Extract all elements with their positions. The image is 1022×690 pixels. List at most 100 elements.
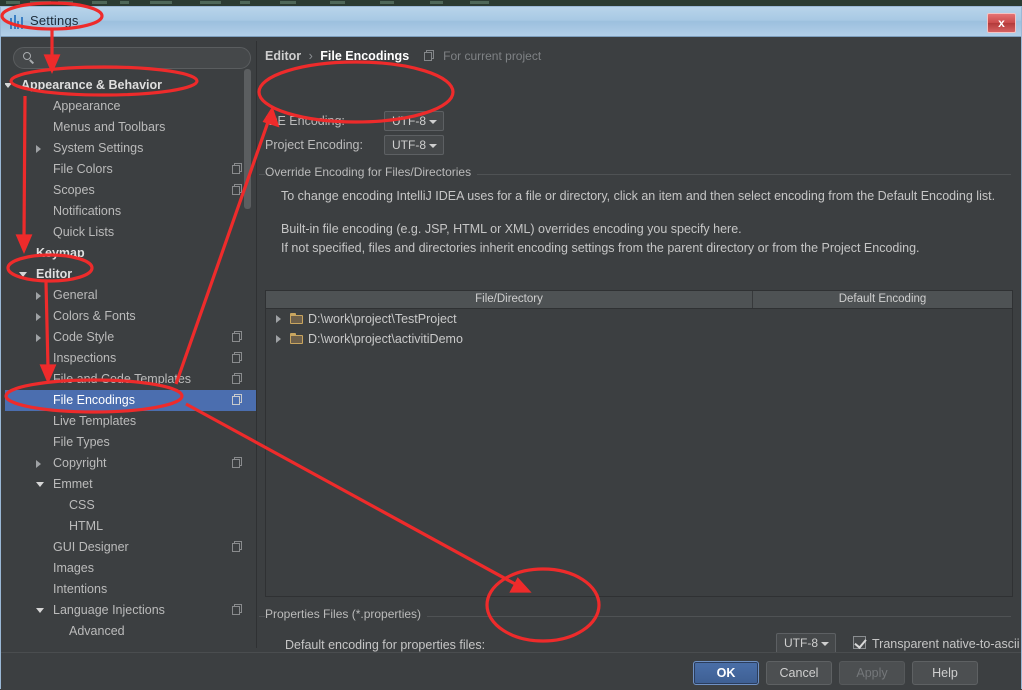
sidebar-item-label: General bbox=[53, 288, 98, 302]
sidebar-item-keymap[interactable]: Keymap bbox=[5, 243, 256, 264]
column-header-default-encoding[interactable]: Default Encoding bbox=[753, 291, 1012, 308]
sidebar-item-css[interactable]: CSS bbox=[5, 495, 256, 516]
project-scope-icon bbox=[232, 541, 243, 552]
chevron-down-icon[interactable] bbox=[19, 272, 27, 277]
close-icon[interactable]: x bbox=[987, 13, 1016, 33]
transparent-conversion-checkbox[interactable] bbox=[853, 636, 867, 649]
sidebar-item-label: GUI Designer bbox=[53, 540, 129, 554]
ok-button[interactable]: OK bbox=[693, 661, 759, 685]
project-encoding-label: Project Encoding: bbox=[265, 138, 363, 152]
chevron-down-icon bbox=[429, 120, 437, 124]
sidebar-item-menus-and-toolbars[interactable]: Menus and Toolbars bbox=[5, 117, 256, 138]
folder-icon bbox=[290, 333, 303, 344]
project-encoding-combo[interactable]: UTF-8 bbox=[384, 135, 444, 155]
sidebar-item-label: File Types bbox=[53, 435, 110, 449]
sidebar-item-label: Inspections bbox=[53, 351, 117, 365]
sidebar-item-notifications[interactable]: Notifications bbox=[5, 201, 256, 222]
table-row[interactable]: D:\work\project\activitiDemo bbox=[266, 329, 1012, 349]
properties-encoding-combo[interactable]: UTF-8 bbox=[776, 633, 836, 654]
sidebar-item-intentions[interactable]: Intentions bbox=[5, 579, 256, 600]
intellij-icon bbox=[10, 14, 24, 29]
transparent-conversion-label: Transparent native-to-ascii conversion bbox=[872, 637, 1022, 651]
override-group-title: Override Encoding for Files/Directories bbox=[265, 165, 478, 179]
sidebar-item-colors-fonts[interactable]: Colors & Fonts bbox=[5, 306, 256, 327]
encoding-table[interactable]: File/Directory Default Encoding D:\work\… bbox=[265, 290, 1013, 597]
file-encodings-panel: Editor › File Encodings For current proj… bbox=[259, 41, 1022, 654]
properties-default-encoding-label: Default encoding for properties files: bbox=[285, 638, 486, 652]
sidebar-item-editor[interactable]: Editor bbox=[5, 264, 256, 285]
sidebar-item-live-templates[interactable]: Live Templates bbox=[5, 411, 256, 432]
search-box[interactable] bbox=[13, 47, 251, 69]
chevron-right-icon[interactable] bbox=[276, 315, 281, 323]
sidebar-item-general[interactable]: General bbox=[5, 285, 256, 306]
sidebar-item-label: Copyright bbox=[53, 456, 107, 470]
help-button[interactable]: Help bbox=[912, 661, 978, 685]
sidebar-item-label: Appearance bbox=[53, 99, 121, 113]
chevron-right-icon[interactable] bbox=[36, 334, 41, 342]
sidebar-item-appearance[interactable]: Appearance bbox=[5, 96, 256, 117]
table-cell-path: D:\work\project\activitiDemo bbox=[308, 332, 463, 346]
ide-encoding-combo[interactable]: UTF-8 bbox=[384, 111, 444, 131]
sidebar-item-label: Editor bbox=[36, 267, 73, 281]
sidebar-item-label: File Encodings bbox=[53, 393, 135, 407]
sidebar-item-scopes[interactable]: Scopes bbox=[5, 180, 256, 201]
sidebar-item-label: Code Style bbox=[53, 330, 115, 344]
settings-sidebar: Appearance & Behavior Appearance Menus and… bbox=[5, 41, 257, 648]
title-bar: Settings x bbox=[1, 7, 1021, 37]
column-header-file-directory[interactable]: File/Directory bbox=[266, 291, 752, 308]
dialog-footer: OK Cancel Apply Help bbox=[1, 652, 1021, 690]
sidebar-item-copyright[interactable]: Copyright bbox=[5, 453, 256, 474]
sidebar-item-label: CSS bbox=[69, 498, 95, 512]
chevron-down-icon[interactable] bbox=[5, 83, 12, 88]
sidebar-scrollbar-thumb[interactable] bbox=[244, 69, 251, 209]
chevron-right-icon[interactable] bbox=[36, 313, 41, 321]
breadcrumb-scope: For current project bbox=[443, 49, 542, 63]
apply-button: Apply bbox=[839, 661, 905, 685]
project-scope-icon bbox=[232, 184, 243, 195]
project-scope-icon bbox=[423, 50, 435, 61]
sidebar-item-images[interactable]: Images bbox=[5, 558, 256, 579]
sidebar-item-gui-designer[interactable]: GUI Designer bbox=[5, 537, 256, 558]
chevron-down-icon[interactable] bbox=[36, 608, 44, 613]
sidebar-item-file-encodings[interactable]: File Encodings bbox=[5, 390, 256, 411]
properties-encoding-value: UTF-8 bbox=[784, 636, 818, 650]
ide-encoding-label: IDE Encoding: bbox=[265, 114, 345, 128]
sidebar-item-label: Images bbox=[53, 561, 94, 575]
sidebar-item-code-style[interactable]: Code Style bbox=[5, 327, 256, 348]
chevron-right-icon[interactable] bbox=[36, 292, 41, 300]
sidebar-item-emmet[interactable]: Emmet bbox=[5, 474, 256, 495]
project-scope-icon bbox=[232, 373, 243, 384]
chevron-right-icon[interactable] bbox=[36, 145, 41, 153]
sidebar-item-quick-lists[interactable]: Quick Lists bbox=[5, 222, 256, 243]
cancel-button[interactable]: Cancel bbox=[766, 661, 832, 685]
sidebar-item-system-settings[interactable]: System Settings bbox=[5, 138, 256, 159]
project-encoding-row: Project Encoding: UTF-8 bbox=[265, 135, 725, 157]
search-icon bbox=[23, 52, 36, 65]
sidebar-item-label: Appearance & Behavior bbox=[21, 78, 163, 92]
sidebar-item-appearance-behavior[interactable]: Appearance & Behavior bbox=[5, 75, 256, 96]
sidebar-item-label: File Colors bbox=[53, 162, 113, 176]
sidebar-item-advanced[interactable]: Advanced bbox=[5, 621, 256, 642]
chevron-right-icon[interactable] bbox=[36, 460, 41, 468]
chevron-right-icon[interactable] bbox=[276, 335, 281, 343]
sidebar-item-file-colors[interactable]: File Colors bbox=[5, 159, 256, 180]
breadcrumb-current: File Encodings bbox=[320, 49, 410, 63]
chevron-down-icon[interactable] bbox=[36, 482, 44, 487]
ide-encoding-row: IDE Encoding: UTF-8 bbox=[265, 111, 725, 133]
sidebar-item-file-types[interactable]: File Types bbox=[5, 432, 256, 453]
sidebar-item-label: Advanced bbox=[69, 624, 125, 638]
search-input[interactable] bbox=[40, 50, 244, 69]
table-header: File/Directory Default Encoding bbox=[266, 291, 1012, 309]
project-scope-icon bbox=[232, 163, 243, 174]
table-row[interactable]: D:\work\project\TestProject bbox=[266, 309, 1012, 329]
sidebar-item-label: Emmet bbox=[53, 477, 93, 491]
project-scope-icon bbox=[232, 604, 243, 615]
sidebar-item-file-and-code-templates[interactable]: File and Code Templates bbox=[5, 369, 256, 390]
sidebar-item-html[interactable]: HTML bbox=[5, 516, 256, 537]
sidebar-item-label: Colors & Fonts bbox=[53, 309, 136, 323]
sidebar-item-inspections[interactable]: Inspections bbox=[5, 348, 256, 369]
properties-group-title: Properties Files (*.properties) bbox=[265, 607, 428, 621]
window-title: Settings bbox=[30, 13, 79, 28]
breadcrumb-parent[interactable]: Editor bbox=[265, 49, 301, 63]
sidebar-item-language-injections[interactable]: Language Injections bbox=[5, 600, 256, 621]
